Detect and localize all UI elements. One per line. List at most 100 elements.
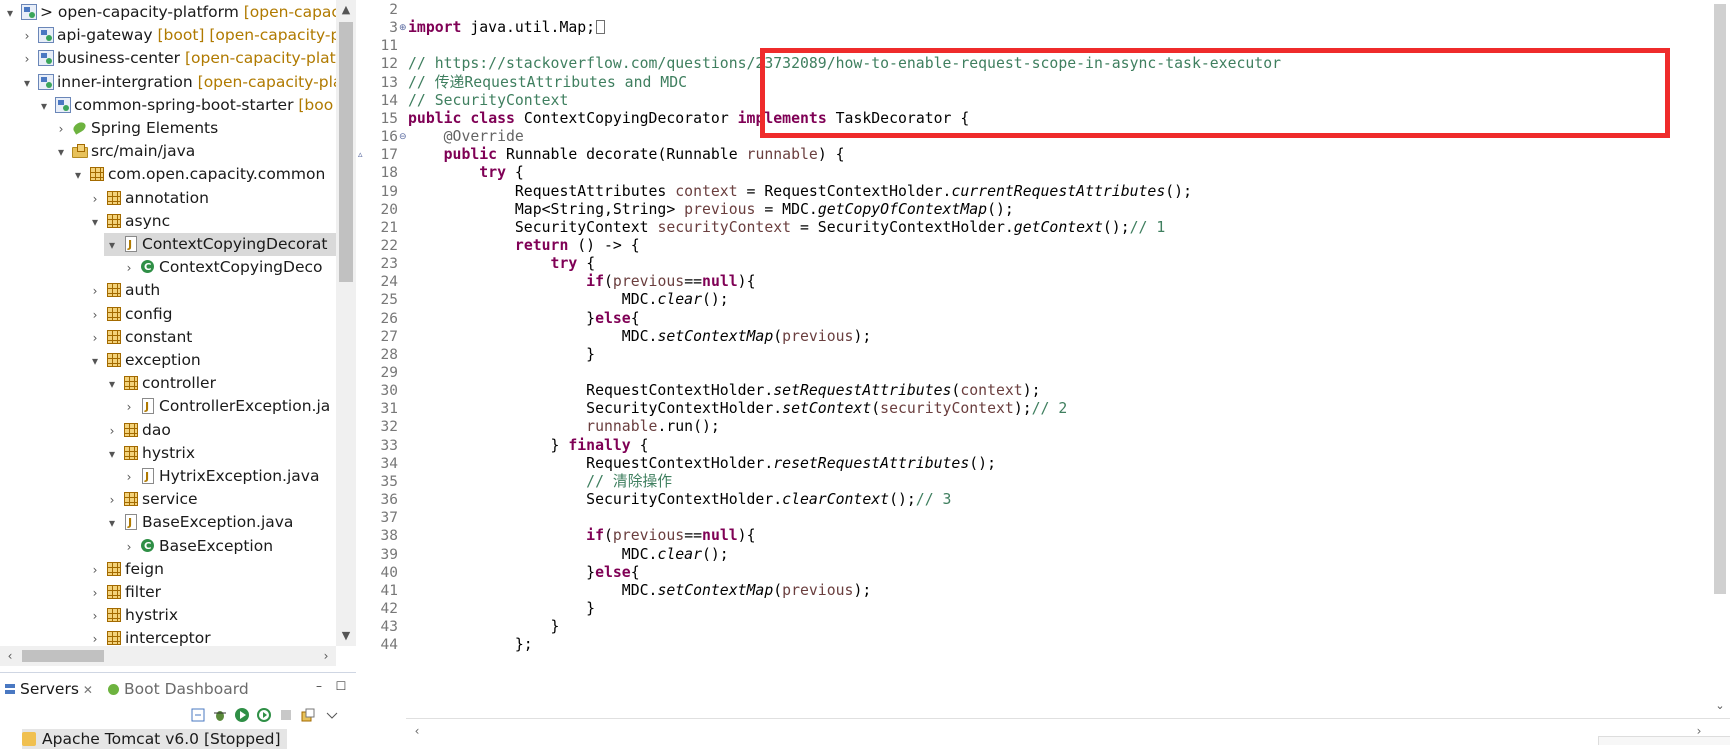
tree-item[interactable]: › BaseException [121, 535, 273, 558]
chevron-right-icon[interactable]: › [104, 489, 120, 512]
tree-item[interactable]: › annotation [87, 187, 209, 210]
tree-item[interactable]: › config [87, 303, 173, 327]
chevron-down-icon[interactable]: ▾ [53, 141, 69, 164]
code-line[interactable]: RequestContextHolder.setRequestAttribute… [408, 381, 1040, 401]
collapse-icon[interactable] [190, 707, 206, 723]
code-line[interactable]: runnable.run(); [408, 417, 720, 437]
explorer-hscroll-thumb[interactable] [22, 650, 104, 662]
code-line[interactable]: return () -> { [408, 236, 640, 256]
code-line[interactable]: MDC.setContextMap(previous); [408, 327, 871, 347]
code-line[interactable]: RequestAttributes context = RequestConte… [408, 182, 1192, 202]
scroll-down-icon[interactable]: ▼ [336, 626, 356, 646]
tree-item[interactable]: › filter [87, 581, 161, 604]
code-line[interactable]: SecurityContextHolder.clearContext();// … [408, 490, 951, 510]
code-line[interactable]: MDC.clear(); [408, 290, 729, 310]
tree-item[interactable]: › HytrixException.java [121, 465, 320, 489]
publish-icon[interactable] [300, 707, 316, 723]
explorer-vertical-scrollbar[interactable]: ▲ ▼ [336, 0, 356, 646]
code-line[interactable]: // https://stackoverflow.com/questions/2… [408, 54, 1281, 74]
tree-item[interactable]: ▾ hystrix [104, 442, 195, 465]
chevron-down-icon[interactable]: ▾ [36, 95, 52, 118]
chevron-down-icon[interactable]: ▾ [87, 350, 103, 373]
tab-servers[interactable]: Servers ✕ [4, 677, 93, 701]
code-line[interactable]: // 清除操作 [408, 472, 672, 492]
editor-horizontal-scrollbar[interactable]: ‹ › [406, 718, 1730, 745]
tree-item[interactable]: ▾ ContextCopyingDecorat [104, 233, 336, 256]
code-text-area[interactable]: import java.util.Map; // https://stackove… [406, 0, 1710, 718]
code-line[interactable]: }else{ [408, 309, 639, 329]
code-line[interactable]: public Runnable decorate(Runnable runnab… [408, 145, 845, 165]
chevron-right-icon[interactable]: › [87, 304, 103, 327]
tree-item[interactable]: ▾ common-spring-boot-starter [boo [36, 94, 333, 117]
server-row[interactable]: Apache Tomcat v6.0 [Stopped] [22, 729, 287, 749]
chevron-right-icon[interactable]: › [104, 420, 120, 443]
tree-item[interactable]: › ControllerException.ja [121, 395, 331, 419]
chevron-right-icon[interactable]: › [19, 48, 35, 71]
tree-item[interactable]: › auth [87, 279, 161, 303]
code-line[interactable]: }else{ [408, 563, 639, 583]
chevron-down-icon[interactable]: ▾ [104, 512, 120, 535]
tree-item[interactable]: ▾ exception [87, 349, 201, 372]
editor-vscroll-thumb[interactable] [1714, 4, 1726, 594]
tree-item[interactable]: › dao [104, 419, 171, 442]
explorer-horizontal-scrollbar[interactable]: ‹ › [0, 646, 336, 666]
code-line[interactable]: }; [408, 635, 533, 655]
tree-item[interactable]: › feign [87, 558, 164, 581]
code-line[interactable]: } [408, 345, 595, 365]
code-line[interactable]: SecurityContext securityContext = Securi… [408, 218, 1165, 238]
chevron-down-icon[interactable]: ▾ [87, 211, 103, 234]
tree-item[interactable]: › api-gateway [boot] [open-capacity-pl [19, 24, 336, 47]
scroll-up-icon[interactable]: ▲ [336, 0, 356, 20]
tree-item[interactable]: › constant [87, 326, 193, 350]
chevron-right-icon[interactable]: › [121, 466, 137, 489]
chevron-right-icon[interactable]: › [87, 559, 103, 582]
scroll-down-icon[interactable]: ⌄ [1710, 696, 1730, 716]
chevron-down-icon[interactable]: ▾ [104, 234, 120, 257]
explorer-vscroll-thumb[interactable] [339, 22, 353, 282]
chevron-down-icon[interactable]: ▾ [2, 2, 18, 25]
code-line[interactable]: } [408, 617, 560, 637]
chevron-right-icon[interactable]: › [121, 257, 137, 280]
tree-item[interactable]: › business-center [open-capacity-platfo [19, 47, 336, 70]
stop-icon[interactable] [278, 707, 294, 723]
chevron-down-icon[interactable]: ▾ [70, 164, 86, 187]
scroll-right-icon[interactable]: › [316, 646, 336, 666]
tree-item[interactable]: ▾ inner-intergration [open-capacity-pla [19, 71, 336, 94]
code-line[interactable]: } [408, 599, 595, 619]
code-line[interactable]: RequestContextHolder.resetRequestAttribu… [408, 454, 996, 474]
scroll-left-icon[interactable]: ‹ [408, 722, 426, 740]
code-line[interactable]: Map<String,String> previous = MDC.getCop… [408, 200, 1014, 220]
code-line[interactable]: import java.util.Map; [408, 18, 606, 38]
chevron-right-icon[interactable]: › [87, 628, 103, 646]
chevron-right-icon[interactable]: › [121, 396, 137, 419]
code-line[interactable]: // 传递RequestAttributes and MDC [408, 73, 687, 93]
profile-icon[interactable] [256, 707, 272, 723]
tree-item[interactable]: › Spring Elements [53, 117, 219, 140]
tree-item[interactable]: › hystrix [87, 604, 178, 627]
code-line[interactable]: public class ContextCopyingDecorator imp… [408, 109, 969, 129]
code-line[interactable]: if(previous==null){ [408, 272, 755, 292]
code-line[interactable]: @Override [408, 127, 524, 147]
scroll-left-icon[interactable]: ‹ [0, 646, 20, 666]
code-line[interactable]: } finally { [408, 436, 649, 456]
chevron-right-icon[interactable]: › [87, 582, 103, 605]
tree-item[interactable]: › ContextCopyingDeco [121, 256, 323, 280]
chevron-right-icon[interactable]: › [19, 25, 35, 48]
minimize-icon[interactable]: – [312, 679, 326, 693]
close-icon[interactable]: ✕ [83, 683, 93, 697]
editor-vertical-scrollbar[interactable]: ⌄ [1710, 0, 1730, 718]
tree-item[interactable]: ▾ src/main/java [53, 140, 195, 163]
chevron-right-icon[interactable]: › [121, 536, 137, 559]
chevron-down-icon[interactable]: ▾ [19, 72, 35, 95]
tree-item[interactable]: ▾ controller [104, 372, 216, 395]
tree-item[interactable]: ▾ com.open.capacity.common [70, 163, 325, 186]
code-line[interactable]: try { [408, 163, 524, 183]
tree-item[interactable]: ▾ async [87, 210, 170, 233]
tree-item[interactable]: ▾ > open-capacity-platform [open-capacit [2, 1, 336, 24]
code-line[interactable]: MDC.setContextMap(previous); [408, 581, 871, 601]
debug-icon[interactable] [212, 707, 228, 723]
chevron-right-icon[interactable]: › [87, 327, 103, 350]
chevron-right-icon[interactable]: › [87, 280, 103, 303]
chevron-right-icon[interactable]: › [87, 605, 103, 628]
code-line[interactable]: // SecurityContext [408, 91, 568, 111]
